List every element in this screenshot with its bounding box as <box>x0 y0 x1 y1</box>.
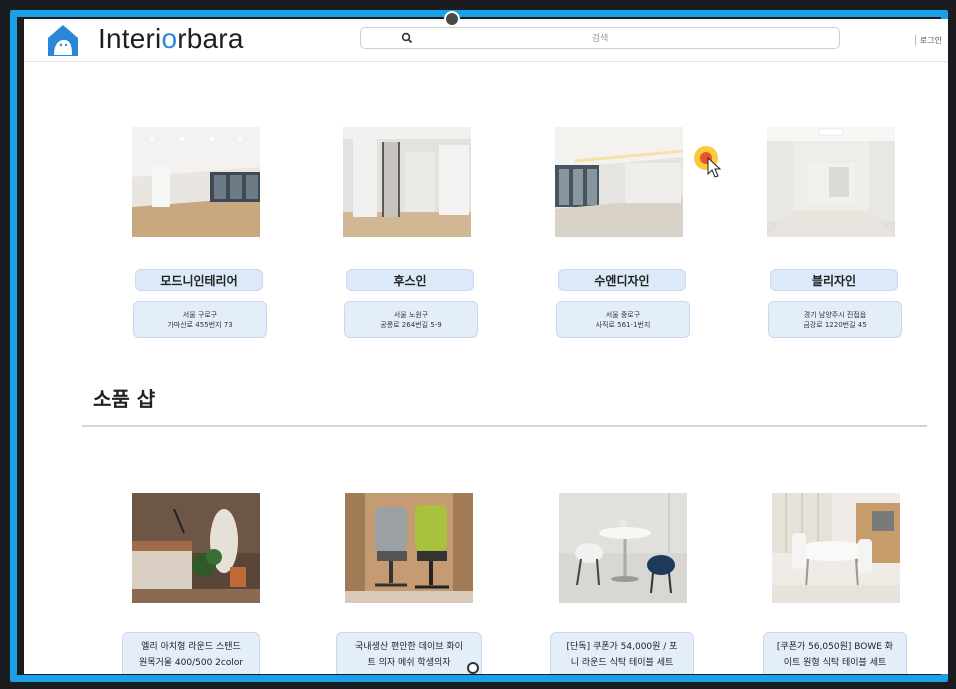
product-photo[interactable] <box>772 493 900 603</box>
product-name-line: [단독] 쿠폰가 54,000원 / 포 <box>566 642 678 652</box>
product-card[interactable]: [쿠폰가 56,050원] BOWE 화 이트 원형 식탁 테이블 세트 <box>763 632 907 674</box>
product-photo[interactable] <box>132 493 260 603</box>
login-link[interactable]: 로그인 <box>914 35 942 46</box>
product-name-line: 엘리 아치형 라운드 스탠드 <box>141 642 241 652</box>
address-line: 서울 노원구 <box>393 311 429 319</box>
company-name-button[interactable]: 모드니인테리어 <box>135 269 263 291</box>
search-input[interactable]: 검색 <box>360 27 840 49</box>
site-header: Interiorbara 검색 로그인 <box>24 19 948 62</box>
search-placeholder: 검색 <box>591 34 609 44</box>
address-line: 사직로 561-1번지 <box>595 321 651 329</box>
product-name-line: 국내생산 편안한 데이브 화이 <box>355 642 463 652</box>
product-card[interactable]: 엘리 아치형 라운드 스탠드 원목거울 400/500 2color <box>122 632 260 674</box>
logo-text-prefix: Interi <box>98 23 162 54</box>
company-address: 서울 구로구 가마산로 455번지 73 <box>133 301 267 338</box>
product-photo[interactable] <box>345 493 473 603</box>
company-photo[interactable] <box>343 127 471 237</box>
product-name-line: 이트 원형 식탁 테이블 세트 <box>783 658 887 668</box>
address-line: 서울 중로구 <box>605 311 641 319</box>
section-divider <box>82 425 927 427</box>
product-card[interactable]: [단독] 쿠폰가 54,000원 / 포 니 라운드 식탁 테이블 세트 <box>550 632 694 674</box>
site-logo-text[interactable]: Interiorbara <box>98 23 244 55</box>
address-line: 가마산로 455번지 73 <box>167 321 233 329</box>
company-name-button[interactable]: 후스인 <box>346 269 474 291</box>
product-photo[interactable] <box>559 493 687 603</box>
company-photo[interactable] <box>132 127 260 237</box>
browser-viewport: Interiorbara 검색 로그인 모드니인테리어 서울 구로구 가마산로 … <box>24 19 948 674</box>
product-name-line: 니 라운드 식탁 테이블 세트 <box>570 658 674 668</box>
address-line: 경기 남양주시 진접읍 <box>803 311 867 319</box>
logo-text-accent-o: o <box>161 23 178 54</box>
company-photo[interactable] <box>767 127 895 237</box>
address-line: 금강로 1220번길 45 <box>803 321 867 329</box>
company-address: 서울 중로구 사직로 561-1번지 <box>556 301 690 338</box>
product-card[interactable]: 국내생산 편안한 데이브 화이 트 의자 메쉬 학생의자 <box>336 632 482 674</box>
house-logo-icon[interactable] <box>44 21 82 59</box>
address-line: 공릉로 264번길 5-9 <box>380 321 442 329</box>
company-photo[interactable] <box>555 127 683 237</box>
scroll-handle[interactable] <box>467 662 479 674</box>
mouse-cursor-icon <box>694 146 722 178</box>
product-name-line: [쿠폰가 56,050원] BOWE 화 <box>776 642 894 652</box>
company-address: 서울 노원구 공릉로 264번길 5-9 <box>344 301 478 338</box>
company-address: 경기 남양주시 진접읍 금강로 1220번길 45 <box>768 301 902 338</box>
company-name-button[interactable]: 블리자인 <box>770 269 898 291</box>
product-name-line: 원목거울 400/500 2color <box>138 658 244 668</box>
section-title-shop: 소품 샵 <box>93 387 156 411</box>
product-name-line: 트 의자 메쉬 학생의자 <box>367 658 451 668</box>
company-name-button[interactable]: 수엔디자인 <box>558 269 686 291</box>
address-line: 서울 구로구 <box>182 311 218 319</box>
logo-text-suffix: rbara <box>177 23 244 54</box>
recording-indicator-dot <box>444 11 460 27</box>
